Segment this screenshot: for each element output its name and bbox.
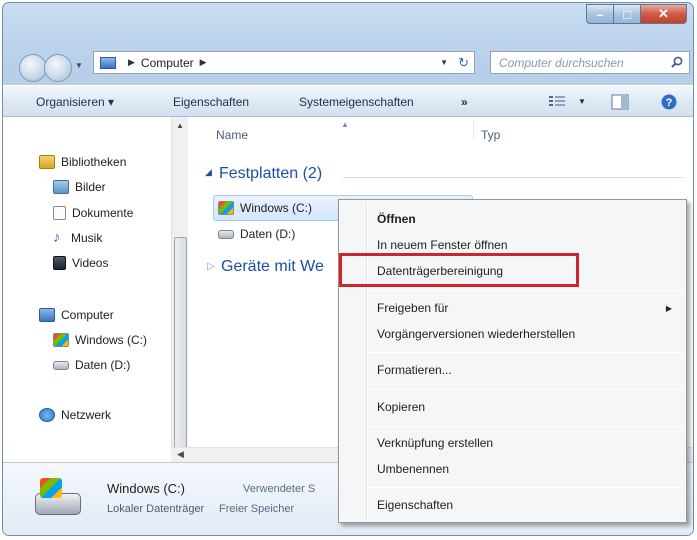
file-row-drive-d[interactable]: Daten (D:) [218,227,295,241]
scroll-left-icon[interactable]: ◀ [177,449,184,460]
menu-separator [369,487,683,488]
menu-separator [369,352,683,353]
navigation-pane[interactable]: Bibliotheken Bilder Dokumente ♪ Musik Vi… [3,117,188,462]
search-placeholder: Computer durchsuchen [499,55,624,70]
nav-libraries[interactable]: Bibliotheken [39,155,126,169]
nav-network[interactable]: Netzwerk [39,408,111,422]
breadcrumb-separator-icon[interactable]: ▶ [200,57,207,68]
recent-pages-chevron-icon[interactable]: ▼ [75,61,83,70]
nav-scrollbar[interactable]: ▲ [171,117,188,462]
nav-libraries-label: Bibliotheken [61,155,127,169]
forward-button[interactable] [44,54,72,82]
system-properties-button[interactable]: Systemeigenschaften [299,95,414,109]
music-note-icon: ♪ [53,229,61,246]
details-drive-type: Lokaler Datenträger [107,503,205,515]
computer-icon [39,308,55,322]
back-button[interactable] [19,54,47,82]
nav-computer-label: Computer [61,308,114,322]
command-bar: Organisieren ▾ Eigenschaften Systemeigen… [3,85,693,117]
column-divider[interactable] [473,121,474,139]
menu-separator [369,389,683,390]
documents-icon [53,206,66,220]
nav-network-label: Netzwerk [61,408,112,422]
refresh-icon[interactable]: ↻ [458,55,469,71]
file-drive-c-label: Windows (C:) [240,201,313,215]
group-collapse-icon[interactable]: ◢ [205,167,212,178]
nav-drive-c[interactable]: Windows (C:) [53,333,147,347]
menu-item-open-new-window[interactable]: In neuem Fenster öffnen [377,238,508,252]
menu-item-copy[interactable]: Kopieren [377,400,425,414]
menu-item-share-with[interactable]: Freigeben für [377,301,448,315]
drive-icon [53,360,69,370]
videos-icon [53,256,66,270]
organize-button[interactable]: Organisieren ▾ [36,95,114,109]
menu-separator [369,426,683,427]
address-dropdown-icon[interactable]: ▼ [440,58,448,67]
computer-icon [100,56,116,69]
nav-videos[interactable]: Videos [53,256,108,270]
windows-drive-icon [218,201,234,215]
nav-computer[interactable]: Computer [39,308,114,322]
details-drive-name: Windows (C:) [107,481,186,496]
pictures-icon [53,180,69,194]
menu-item-format[interactable]: Formatieren... [377,363,452,377]
group-hard-disks[interactable]: Festplatten (2) [219,165,322,183]
nav-scroll-thumb[interactable] [174,237,187,449]
view-dropdown-icon[interactable]: ▼ [578,97,586,106]
nav-documents-label: Dokumente [72,206,134,220]
nav-music[interactable]: ♪ Musik [53,229,103,246]
drive-large-icon [35,478,81,515]
nav-videos-label: Videos [72,256,109,270]
network-icon [39,408,55,422]
sort-arrow-icon: ▲ [341,120,349,129]
submenu-arrow-icon: ▶ [665,304,672,313]
properties-button[interactable]: Eigenschaften [173,95,249,109]
nav-pictures[interactable]: Bilder [53,180,106,194]
search-icon[interactable] [671,56,683,68]
windows-drive-icon [53,333,69,347]
group-expand-icon[interactable]: ▷ [207,261,215,272]
details-used-space-label: Verwendeter S [243,483,316,495]
more-commands-button[interactable]: » [461,95,468,109]
nav-pictures-label: Bilder [75,180,106,194]
breadcrumb-separator-icon[interactable]: ▶ [128,57,135,68]
nav-drive-d[interactable]: Daten (D:) [53,358,130,372]
context-menu: Öffnen In neuem Fenster öffnen Datenträg… [338,199,687,523]
column-header-name[interactable]: Name [216,128,248,142]
nav-drive-d-label: Daten (D:) [75,358,131,372]
svg-text:?: ? [666,97,673,109]
library-icon [39,155,55,169]
menu-item-properties[interactable]: Eigenschaften [377,498,453,512]
nav-music-label: Musik [71,231,103,245]
details-free-space-label: Freier Speicher [219,503,295,515]
breadcrumb-computer[interactable]: Computer [141,56,194,70]
group-devices[interactable]: Geräte mit We [221,258,324,276]
close-button[interactable]: ✕ [641,4,687,24]
nav-drive-c-label: Windows (C:) [75,333,148,347]
caption-buttons: – □ ✕ [586,4,687,24]
highlight-box [339,253,579,287]
scroll-up-icon[interactable]: ▲ [176,121,184,130]
search-input[interactable]: Computer durchsuchen [490,51,690,74]
column-header-type[interactable]: Typ [481,128,500,142]
menu-item-open[interactable]: Öffnen [377,212,416,226]
menu-item-restore-previous[interactable]: Vorgängerversionen wiederherstellen [377,327,575,341]
nav-documents[interactable]: Dokumente [53,206,133,220]
menu-item-rename[interactable]: Umbenennen [377,462,449,476]
minimize-button[interactable]: – [586,4,614,24]
drive-icon [218,229,234,239]
menu-item-create-shortcut[interactable]: Verknüpfung erstellen [377,436,493,450]
view-options-icon[interactable] [548,94,568,108]
menu-separator [369,290,683,291]
group-divider [343,177,683,178]
file-drive-d-label: Daten (D:) [240,227,296,241]
address-bar[interactable]: ▶ Computer ▶ ▼ ↻ [93,51,475,74]
preview-pane-icon[interactable] [611,94,629,110]
maximize-button[interactable]: □ [614,4,641,24]
help-icon[interactable]: ? [661,94,677,110]
